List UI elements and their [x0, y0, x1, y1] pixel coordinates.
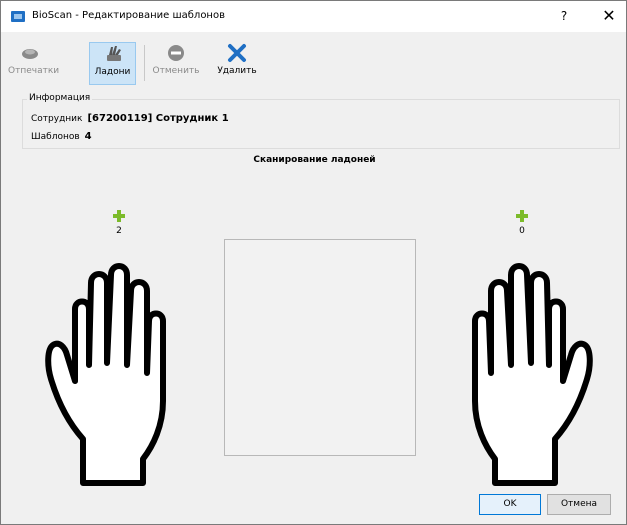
employee-row: Сотрудник [67200119] Сотрудник 1: [31, 113, 229, 124]
palms-button[interactable]: Ладони: [89, 42, 136, 85]
fingerprints-label: Отпечатки: [8, 66, 60, 76]
ok-button[interactable]: OK: [479, 494, 541, 515]
info-group: [22, 99, 620, 149]
window-title: BioScan - Редактирование шаблонов: [32, 10, 225, 21]
employee-label: Сотрудник: [31, 114, 83, 124]
delete-x-icon: [224, 42, 250, 64]
templates-label: Шаблонов: [31, 132, 80, 142]
app-icon: [11, 11, 25, 22]
cancel-button[interactable]: Отмена: [547, 494, 611, 515]
fingerprints-button[interactable]: Отпечатки: [8, 42, 60, 84]
add-right-palm-icon[interactable]: [516, 210, 528, 222]
fingerprint-scanner-icon: [17, 42, 43, 64]
templates-value: 4: [84, 131, 92, 142]
dialog-window: BioScan - Редактирование шаблонов ? ✕ От…: [0, 0, 627, 525]
cancel-action-button[interactable]: Отменить: [151, 42, 201, 84]
add-left-palm-icon[interactable]: [113, 210, 125, 222]
right-palm-count: 0: [519, 226, 525, 236]
title-bar: BioScan - Редактирование шаблонов ? ✕: [1, 1, 626, 32]
delete-button[interactable]: Удалить: [215, 42, 259, 84]
close-button[interactable]: ✕: [594, 6, 624, 26]
palm-scan-preview: [224, 239, 416, 456]
info-group-title: Информация: [27, 93, 93, 103]
scan-title: Сканирование ладоней: [253, 155, 376, 165]
minus-circle-icon: [163, 42, 189, 64]
templates-row: Шаблонов 4: [31, 131, 92, 142]
left-hand-icon[interactable]: [39, 261, 189, 489]
cancel-action-label: Отменить: [152, 66, 200, 76]
right-hand-icon[interactable]: [449, 261, 599, 489]
toolbar-separator: [144, 45, 145, 81]
help-button[interactable]: ?: [549, 6, 579, 26]
palm-scanner-icon: [100, 43, 126, 65]
delete-label: Удалить: [217, 66, 257, 76]
employee-value: [67200119] Сотрудник 1: [87, 113, 229, 124]
palms-label: Ладони: [94, 67, 131, 77]
left-palm-count: 2: [116, 226, 122, 236]
